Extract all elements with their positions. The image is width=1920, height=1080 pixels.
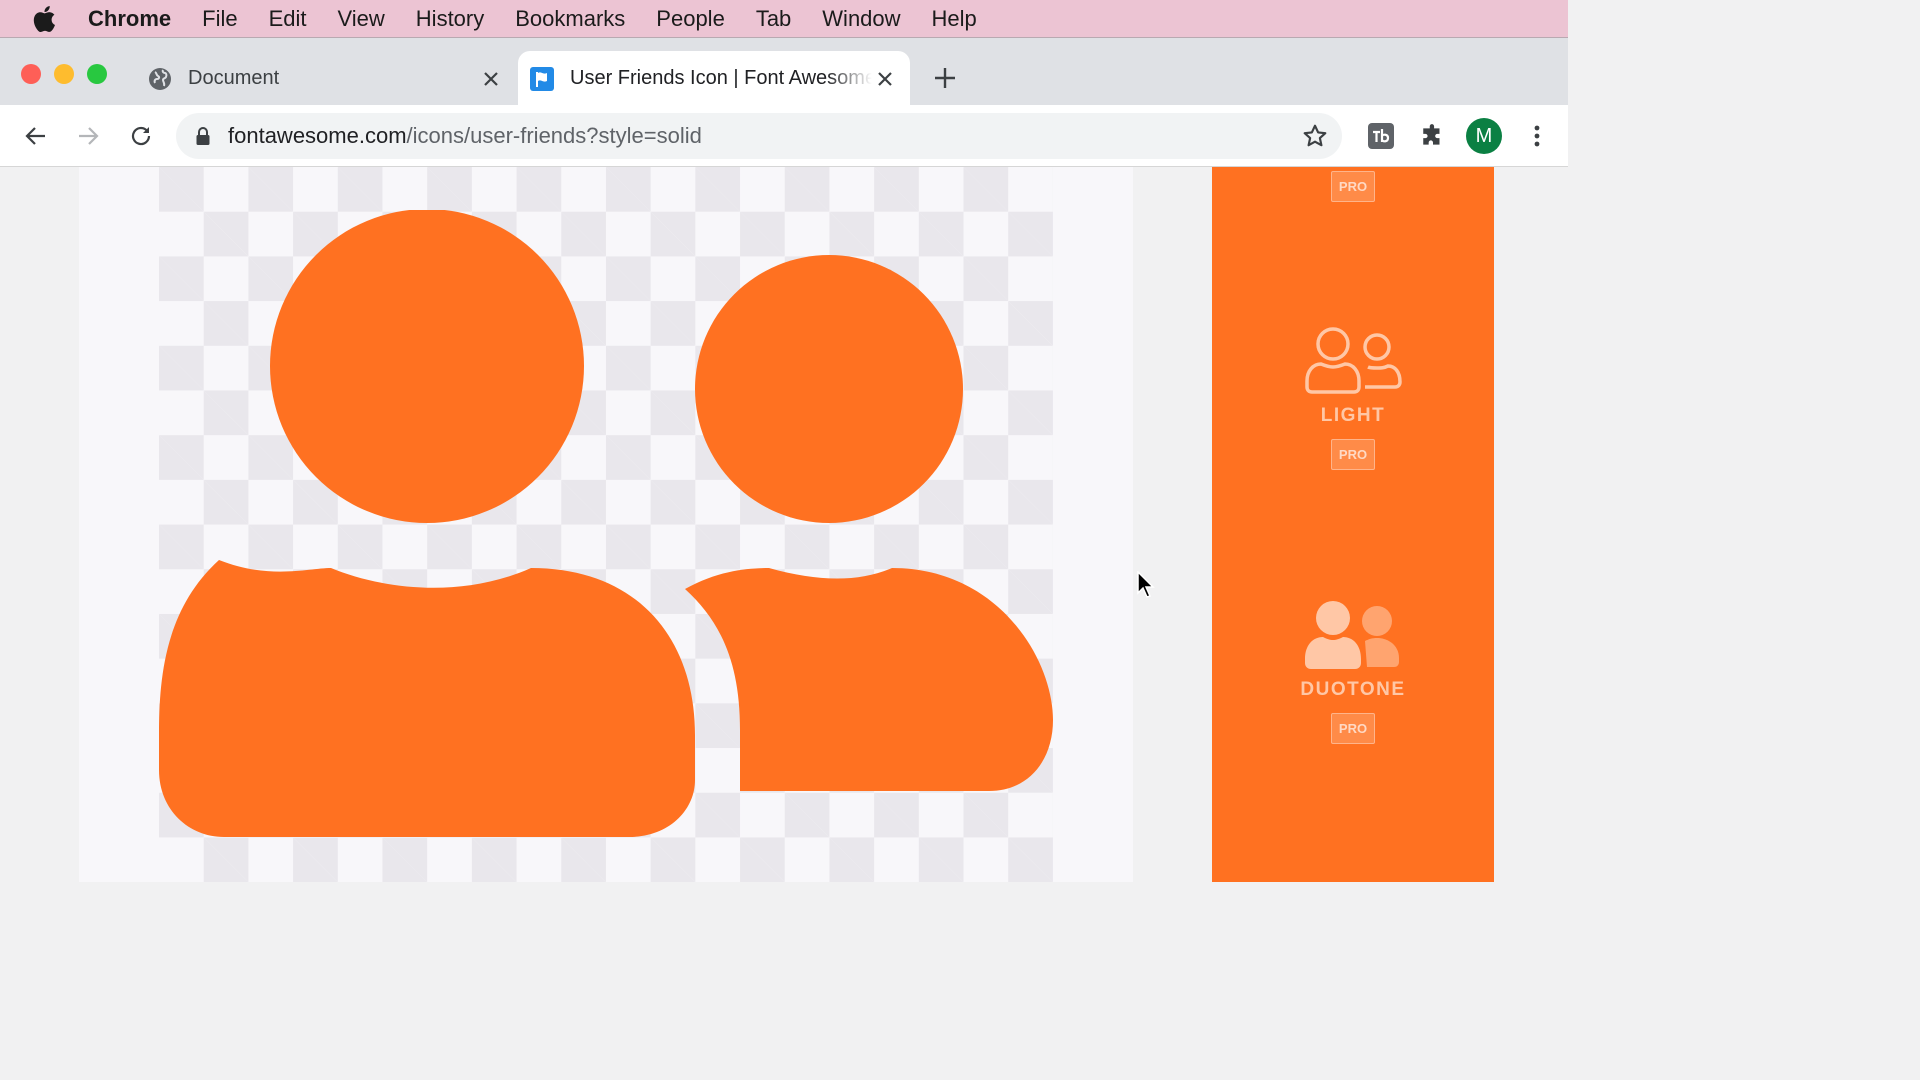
style-label-light: LIGHT bbox=[1320, 405, 1386, 426]
window-close-button[interactable] bbox=[21, 64, 41, 84]
globe-icon bbox=[148, 67, 172, 91]
style-option-top[interactable]: PRO bbox=[1212, 171, 1494, 202]
more-menu-icon[interactable] bbox=[1522, 121, 1552, 151]
browser-toolbar: fontawesome.com/icons/user-friends?style… bbox=[0, 105, 1568, 167]
menu-tab[interactable]: Tab bbox=[756, 6, 791, 32]
menu-bookmarks[interactable]: Bookmarks bbox=[515, 6, 625, 32]
url-path: /icons/user-friends?style=solid bbox=[406, 123, 702, 148]
tab-strip: Document User Friends Icon | Font Awesom… bbox=[0, 37, 1568, 106]
style-option-light[interactable]: LIGHT PRO bbox=[1212, 327, 1494, 470]
user-friends-icon bbox=[159, 210, 1053, 837]
apple-icon[interactable] bbox=[32, 5, 58, 33]
new-tab-plus-icon[interactable] bbox=[932, 65, 958, 91]
reload-icon[interactable] bbox=[126, 121, 156, 151]
pro-badge: PRO bbox=[1331, 439, 1375, 470]
page-content: PRO LIGHT PRO DUOTONE PRO bbox=[0, 167, 1568, 882]
menu-edit[interactable]: Edit bbox=[269, 6, 307, 32]
pro-badge: PRO bbox=[1331, 713, 1375, 744]
menu-history[interactable]: History bbox=[416, 6, 484, 32]
url-host: fontawesome.com bbox=[228, 123, 407, 148]
tab-user-friends[interactable]: User Friends Icon | Font Awesome bbox=[518, 51, 910, 106]
user-friends-duotone-icon bbox=[1305, 601, 1399, 669]
close-icon[interactable] bbox=[478, 66, 504, 92]
menu-view[interactable]: View bbox=[338, 6, 385, 32]
pro-badge: PRO bbox=[1331, 171, 1375, 202]
tab-title: Document bbox=[188, 67, 280, 89]
back-arrow-icon[interactable] bbox=[21, 121, 51, 151]
macos-menu-bar: Chrome File Edit View History Bookmarks … bbox=[0, 0, 1568, 37]
profile-avatar[interactable]: M bbox=[1466, 118, 1502, 154]
lock-icon[interactable] bbox=[196, 127, 210, 145]
address-bar[interactable]: fontawesome.com/icons/user-friends?style… bbox=[176, 113, 1342, 159]
menu-people[interactable]: People bbox=[656, 6, 725, 32]
extension-tb-icon[interactable] bbox=[1366, 121, 1396, 151]
style-option-duotone[interactable]: DUOTONE PRO bbox=[1212, 601, 1494, 744]
style-sidebar: PRO LIGHT PRO DUOTONE PRO bbox=[1212, 167, 1494, 882]
mouse-cursor-icon bbox=[1137, 571, 1155, 598]
close-icon[interactable] bbox=[872, 66, 898, 92]
extensions-puzzle-icon[interactable] bbox=[1418, 121, 1448, 151]
menu-window[interactable]: Window bbox=[822, 6, 900, 32]
style-label-duotone: DUOTONE bbox=[1300, 679, 1406, 700]
tab-title: User Friends Icon | Font Awesome bbox=[570, 67, 872, 89]
menu-help[interactable]: Help bbox=[932, 6, 977, 32]
menu-file[interactable]: File bbox=[202, 6, 237, 32]
menu-app-name[interactable]: Chrome bbox=[88, 6, 171, 32]
window-zoom-button[interactable] bbox=[87, 64, 107, 84]
window-minimize-button[interactable] bbox=[54, 64, 74, 84]
bookmark-star-icon[interactable] bbox=[1302, 123, 1328, 149]
user-friends-light-icon bbox=[1305, 327, 1402, 394]
tab-document[interactable]: Document bbox=[136, 51, 516, 106]
fontawesome-flag-icon bbox=[530, 66, 554, 91]
forward-arrow-icon[interactable] bbox=[73, 121, 103, 151]
